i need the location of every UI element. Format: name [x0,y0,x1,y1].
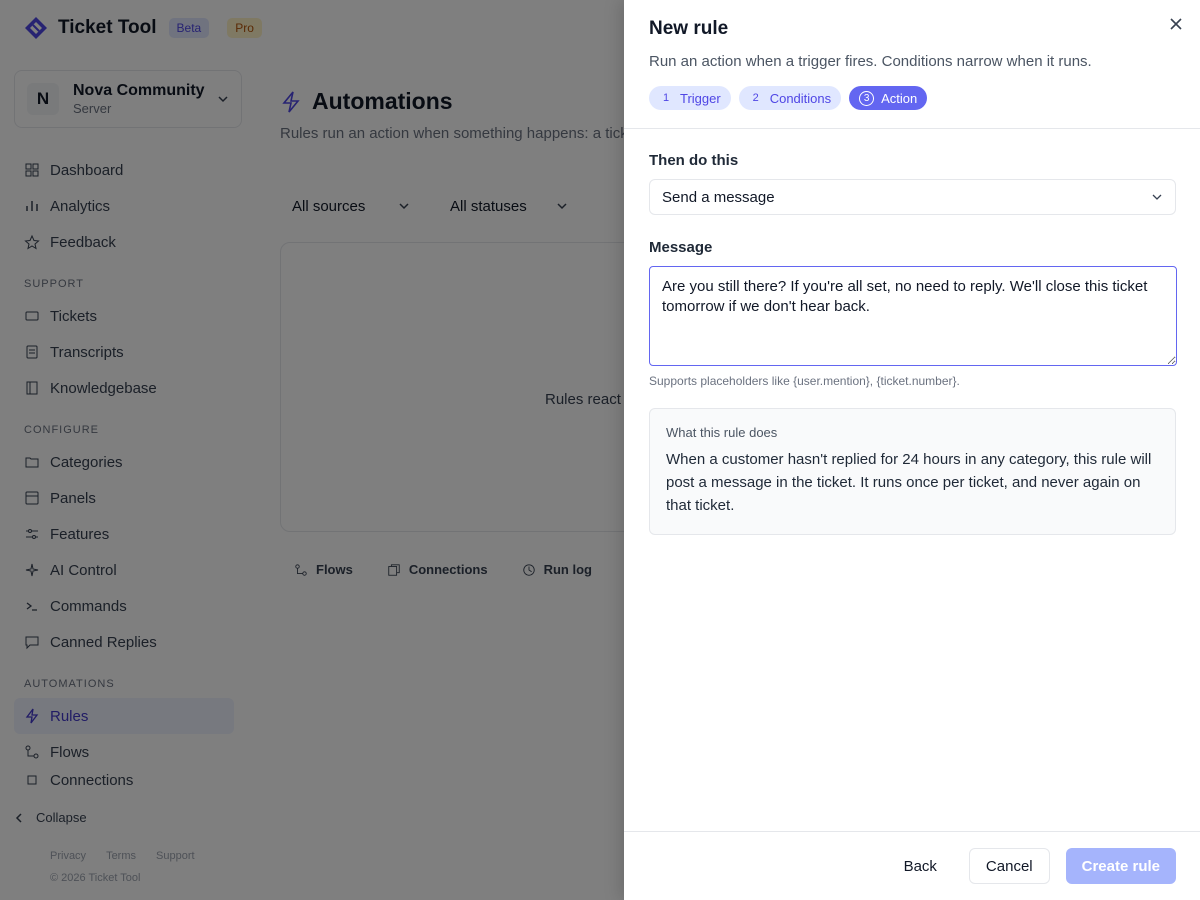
step-indicator: 1 Trigger 2 Conditions 3 Action [649,86,1175,110]
step-trigger[interactable]: 1 Trigger [649,86,731,110]
new-rule-drawer: New rule Run an action when a trigger fi… [624,0,1200,900]
step-label: Action [881,90,918,106]
message-textarea[interactable]: Are you still there? If you're all set, … [649,266,1177,366]
drawer-footer: Back Cancel Create rule [624,831,1200,900]
create-rule-button[interactable]: Create rule [1065,848,1176,884]
step-number: 1 [662,92,670,104]
step-number: 3 [859,90,875,106]
step-number: 2 [752,92,759,104]
rule-summary: What this rule does When a customer hasn… [649,408,1176,535]
action-select[interactable]: Send a message [649,179,1176,215]
cancel-button[interactable]: Cancel [968,848,1050,884]
drawer-subtitle: Run an action when a trigger fires. Cond… [649,53,1092,70]
close-icon[interactable] [1170,18,1182,30]
action-select-value: Send a message [662,188,775,206]
chevron-down-icon [1152,194,1162,200]
summary-text: When a customer hasn't replied for 24 ho… [666,451,1152,514]
summary-title: What this rule does [666,425,778,440]
action-label: Then do this [649,152,739,169]
drawer-header: New rule Run an action when a trigger fi… [624,0,1200,129]
drawer-body: Then do this Send a message Message Are … [649,152,1177,535]
placeholder-hint: Supports placeholders like {user.mention… [649,374,960,388]
message-label: Message [649,239,713,256]
back-button[interactable]: Back [888,848,953,884]
step-conditions[interactable]: 2 Conditions [738,86,842,110]
step-label: Conditions [769,90,832,106]
step-action[interactable]: 3 Action [849,86,928,110]
step-label: Trigger [680,90,721,106]
drawer-title: New rule [649,18,729,39]
